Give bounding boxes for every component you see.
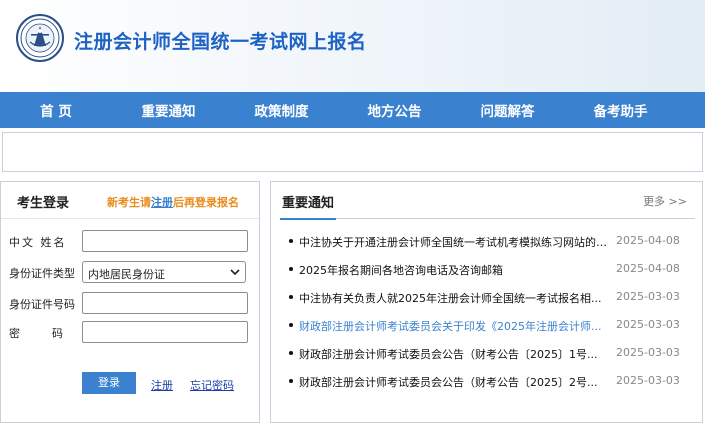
bullet-icon bbox=[289, 295, 293, 299]
notice-link[interactable]: 财政部注册会计师考试委员会关于印发《2025年注册会计师... bbox=[299, 318, 609, 334]
name-input[interactable] bbox=[82, 230, 248, 252]
banner-bar bbox=[2, 132, 703, 172]
login-panel-header: 考生登录 新考生请注册后再登录报名 bbox=[1, 182, 259, 219]
bullet-icon bbox=[289, 267, 293, 271]
register-tip: 新考生请注册后再登录报名 bbox=[107, 194, 239, 210]
nav-item-home[interactable]: 首 页 bbox=[0, 100, 112, 120]
idnum-label: 身份证件号码 bbox=[9, 298, 75, 311]
notices-panel-header: 重要通知 更多 >> bbox=[280, 182, 695, 220]
bullet-icon bbox=[289, 379, 293, 383]
idtype-row: 身份证件类型 内地居民身份证 bbox=[1, 261, 261, 283]
register-link[interactable]: 注册 bbox=[151, 377, 173, 393]
notice-link[interactable]: 2025年报名期间各地咨询电话及咨询邮箱 bbox=[299, 262, 609, 278]
notices-panel: 重要通知 更多 >> 中注协关于开通注册会计师全国统一考试机考模拟练习网站的公.… bbox=[270, 181, 703, 423]
site-header: 注册会计师全国统一考试网上报名 bbox=[0, 0, 705, 92]
nav-item-policies[interactable]: 政策制度 bbox=[225, 100, 338, 120]
bullet-icon bbox=[289, 239, 293, 243]
nav-item-local-announcements[interactable]: 地方公告 bbox=[338, 100, 451, 120]
nav-item-exam-helper[interactable]: 备考助手 bbox=[564, 100, 677, 120]
notice-date: 2025-03-03 bbox=[616, 374, 680, 387]
register-tip-prefix: 新考生请 bbox=[107, 196, 151, 209]
list-item: 财政部注册会计师考试委员会关于印发《2025年注册会计师... 2025-03-… bbox=[289, 318, 689, 346]
idtype-selected-value: 内地居民身份证 bbox=[88, 268, 165, 281]
login-panel: 考生登录 新考生请注册后再登录报名 中文 姓名 身份证件类型 内地居民身份证 身… bbox=[0, 181, 260, 423]
notice-date: 2025-03-03 bbox=[616, 346, 680, 359]
notice-date: 2025-03-03 bbox=[616, 318, 680, 331]
list-item: 2025年报名期间各地咨询电话及咨询邮箱 2025-04-08 bbox=[289, 262, 689, 290]
more-link[interactable]: 更多 >> bbox=[643, 193, 687, 209]
idtype-label: 身份证件类型 bbox=[9, 267, 75, 280]
notice-link[interactable]: 财政部注册会计师考试委员会公告（财考公告〔2025〕2号... bbox=[299, 374, 609, 390]
nav-item-notices[interactable]: 重要通知 bbox=[112, 100, 225, 120]
list-item: 财政部注册会计师考试委员会公告（财考公告〔2025〕2号... 2025-03-… bbox=[289, 374, 689, 402]
bullet-icon bbox=[289, 351, 293, 355]
list-item: 财政部注册会计师考试委员会公告（财考公告〔2025〕1号... 2025-03-… bbox=[289, 346, 689, 374]
idnum-input[interactable] bbox=[82, 292, 248, 314]
password-input[interactable] bbox=[82, 321, 248, 343]
bullet-icon bbox=[289, 323, 293, 327]
site-title: 注册会计师全国统一考试网上报名 bbox=[74, 31, 367, 53]
cicpa-emblem-icon bbox=[16, 14, 64, 62]
notices-list: 中注协关于开通注册会计师全国统一考试机考模拟练习网站的公... 2025-04-… bbox=[289, 234, 689, 402]
register-tip-suffix: 后再登录报名 bbox=[173, 196, 239, 209]
name-row: 中文 姓名 bbox=[1, 230, 261, 252]
notice-date: 2025-04-08 bbox=[616, 234, 680, 247]
list-item: 中注协有关负责人就2025年注册会计师全国统一考试报名相... 2025-03-… bbox=[289, 290, 689, 318]
name-label: 中文 姓名 bbox=[9, 236, 67, 249]
notice-date: 2025-04-08 bbox=[616, 262, 680, 275]
nav-item-faq[interactable]: 问题解答 bbox=[451, 100, 564, 120]
password-row: 密码 bbox=[1, 321, 261, 343]
notice-link[interactable]: 财政部注册会计师考试委员会公告（财考公告〔2025〕1号... bbox=[299, 346, 609, 362]
idtype-select[interactable]: 内地居民身份证 bbox=[82, 261, 246, 283]
forgot-password-link[interactable]: 忘记密码 bbox=[190, 377, 234, 393]
idnum-row: 身份证件号码 bbox=[1, 292, 261, 314]
login-title: 考生登录 bbox=[17, 196, 70, 211]
list-item: 中注协关于开通注册会计师全国统一考试机考模拟练习网站的公... 2025-04-… bbox=[289, 234, 689, 262]
chevron-down-icon bbox=[230, 269, 240, 276]
notice-link[interactable]: 中注协有关负责人就2025年注册会计师全国统一考试报名相... bbox=[299, 290, 609, 306]
notice-link[interactable]: 中注协关于开通注册会计师全国统一考试机考模拟练习网站的公... bbox=[299, 234, 609, 250]
main-nav: 首 页 重要通知 政策制度 地方公告 问题解答 备考助手 bbox=[0, 92, 705, 128]
notice-date: 2025-03-03 bbox=[616, 290, 680, 303]
notices-title: 重要通知 bbox=[280, 192, 337, 220]
register-tip-link[interactable]: 注册 bbox=[151, 196, 173, 209]
login-button[interactable]: 登录 bbox=[82, 372, 136, 394]
